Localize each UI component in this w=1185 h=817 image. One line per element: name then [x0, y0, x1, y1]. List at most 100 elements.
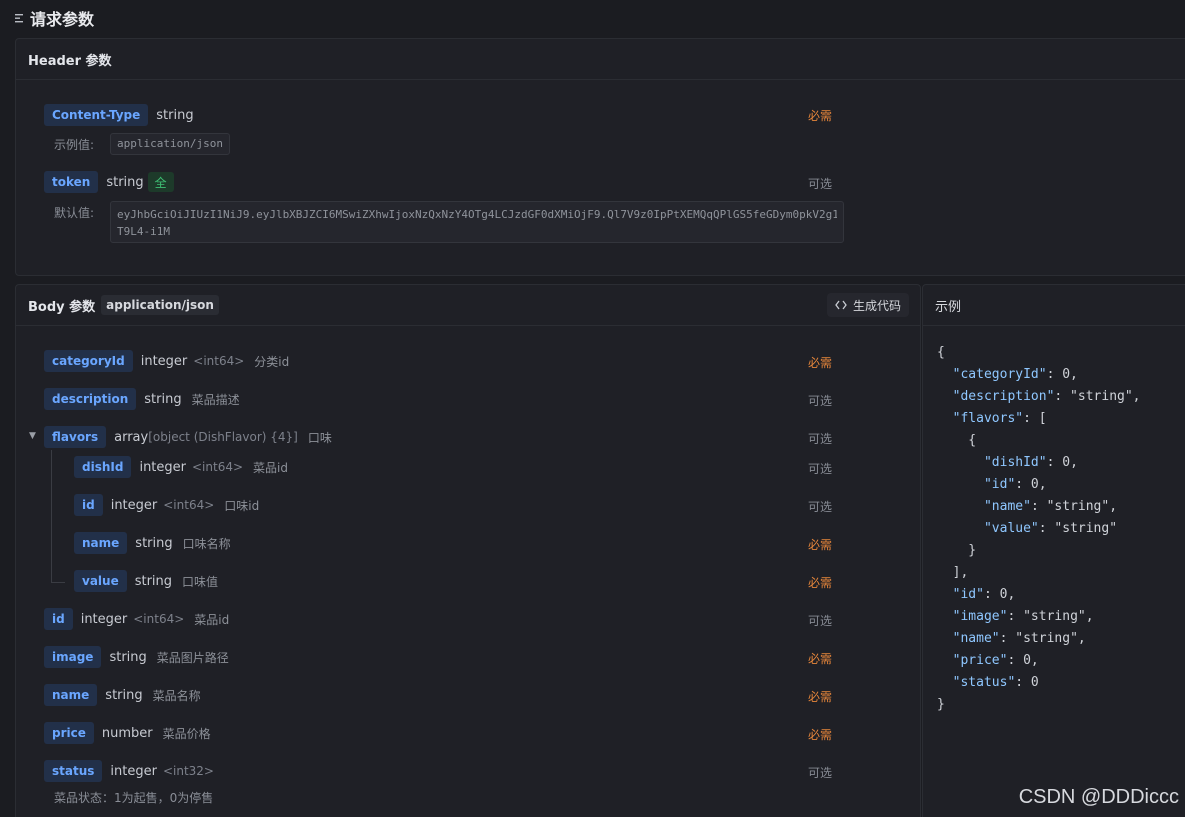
json-line: } — [937, 697, 945, 712]
param-type: string — [134, 573, 173, 589]
param-desc: 口味名称 — [182, 536, 231, 551]
param-name-chip[interactable]: value — [74, 570, 127, 592]
json-line: "categoryId": 0, — [952, 367, 1078, 382]
json-line: "price": 0, — [952, 653, 1039, 668]
param-desc: 口味id — [224, 498, 260, 513]
json-line: ], — [937, 565, 969, 580]
example-label: 示例值: — [54, 138, 95, 152]
status-label: 可选 — [808, 394, 833, 408]
global-badge: 全 — [147, 172, 174, 192]
param-format: <int64> — [192, 460, 244, 474]
param-name-chip[interactable]: token — [44, 171, 99, 193]
param-type: integer — [80, 611, 128, 627]
param-format: <int64> — [193, 354, 245, 368]
param-name-chip[interactable]: image — [44, 646, 102, 668]
param-name-chip[interactable]: id — [44, 608, 73, 630]
param-format: [object (DishFlavor) {4}] — [148, 430, 298, 444]
param-type: number — [101, 725, 153, 741]
status-label: 可选 — [808, 500, 833, 514]
param-row-name[interactable]: name string 菜品名称 — [44, 684, 201, 706]
param-desc: 菜品名称 — [152, 688, 201, 703]
param-name-chip[interactable]: id — [74, 494, 103, 516]
param-type: integer — [140, 353, 188, 369]
header-panel-title: Header 参数 — [28, 53, 112, 69]
param-row-content-type[interactable]: Content-Type string — [44, 104, 194, 126]
param-row-status[interactable]: status integer <int32> — [44, 760, 214, 782]
param-type: string — [109, 649, 147, 665]
param-name-chip[interactable]: flavors — [44, 426, 107, 448]
status-label: 可选 — [808, 432, 833, 446]
json-line: { — [937, 433, 977, 448]
json-example: { "categoryId": 0, "description": "strin… — [937, 342, 1141, 716]
param-name-chip[interactable]: name — [44, 684, 98, 706]
param-type: integer — [139, 459, 186, 475]
param-row-image[interactable]: image string 菜品图片路径 — [44, 646, 229, 668]
param-type: string — [144, 391, 182, 407]
status-note: 菜品状态：1为起售，0为停售 — [54, 791, 214, 805]
param-name-chip[interactable]: description — [44, 388, 137, 410]
param-name-chip[interactable]: categoryId — [44, 350, 133, 372]
body-panel-title: Body 参数 — [28, 299, 96, 315]
default-label: 默认值: — [54, 206, 95, 220]
param-desc: 口味值 — [182, 574, 219, 589]
param-desc: 分类id — [254, 354, 290, 369]
section-title: 请求参数 — [15, 6, 94, 30]
param-format: <int64> — [163, 498, 215, 512]
param-desc: 口味 — [307, 430, 332, 445]
param-format: <int32> — [162, 764, 214, 778]
json-line: "dishId": 0, — [983, 455, 1078, 470]
param-row-flavor-id[interactable]: id integer <int64> 口味id — [74, 494, 259, 516]
json-line: "name": "string", — [983, 499, 1118, 514]
param-row-token[interactable]: token string 全 — [44, 171, 174, 193]
param-desc: 菜品id — [194, 612, 230, 627]
param-row-flavors[interactable]: flavors array [object (DishFlavor) {4}] … — [44, 426, 332, 448]
tree-line — [51, 450, 52, 582]
status-label: 可选 — [808, 462, 833, 476]
param-format: <int64> — [133, 612, 185, 626]
list-icon — [15, 14, 23, 23]
example-value: application/json — [110, 133, 230, 155]
param-name-chip[interactable]: dishId — [74, 456, 132, 478]
json-line: "description": "string", — [952, 389, 1141, 404]
param-name-chip[interactable]: status — [44, 760, 103, 782]
param-row-flavor-value[interactable]: value string 口味值 — [74, 570, 218, 592]
status-label: 可选 — [808, 766, 833, 780]
param-row-flavor-name[interactable]: name string 口味名称 — [74, 532, 231, 554]
param-row-dishid[interactable]: dishId integer <int64> 菜品id — [74, 456, 288, 478]
json-line: } — [937, 543, 977, 558]
json-line: "id": 0, — [952, 587, 1016, 602]
collapse-caret-icon[interactable]: ▼ — [29, 431, 36, 441]
generate-code-button[interactable]: 生成代码 — [827, 293, 910, 317]
generate-code-label: 生成代码 — [853, 298, 902, 313]
example-panel-title: 示例 — [935, 299, 962, 315]
status-label: 必需 — [808, 538, 833, 552]
param-desc: 菜品id — [253, 460, 288, 475]
param-name-chip[interactable]: Content-Type — [44, 104, 149, 126]
param-type: string — [156, 107, 194, 123]
status-label: 可选 — [808, 614, 833, 628]
required-label: 必需 — [808, 109, 833, 123]
param-type: string — [106, 174, 144, 190]
param-name-chip[interactable]: name — [74, 532, 128, 554]
code-icon — [835, 300, 847, 310]
json-line: "name": "string", — [952, 631, 1086, 646]
param-row-categoryid[interactable]: categoryId integer <int64> 分类id — [44, 350, 289, 372]
json-line: "flavors": [ — [952, 411, 1047, 426]
param-type: integer — [110, 497, 158, 513]
tree-branch — [51, 582, 65, 583]
param-type: integer — [110, 763, 157, 779]
param-row-id[interactable]: id integer <int64> 菜品id — [44, 608, 229, 630]
status-label: 必需 — [808, 652, 833, 666]
param-desc: 菜品图片路径 — [156, 650, 229, 665]
param-row-description[interactable]: description string 菜品描述 — [44, 388, 240, 410]
watermark: CSDN @DDDiccc — [1018, 786, 1179, 808]
status-label: 必需 — [808, 356, 833, 370]
param-row-price[interactable]: price number 菜品价格 — [44, 722, 211, 744]
section-title-text: 请求参数 — [30, 10, 95, 29]
param-type: string — [105, 687, 143, 703]
param-desc: 菜品价格 — [162, 726, 211, 741]
param-type: string — [135, 535, 173, 551]
param-name-chip[interactable]: price — [44, 722, 94, 744]
status-label: 必需 — [808, 690, 833, 704]
json-line: "value": "string" — [983, 521, 1118, 536]
